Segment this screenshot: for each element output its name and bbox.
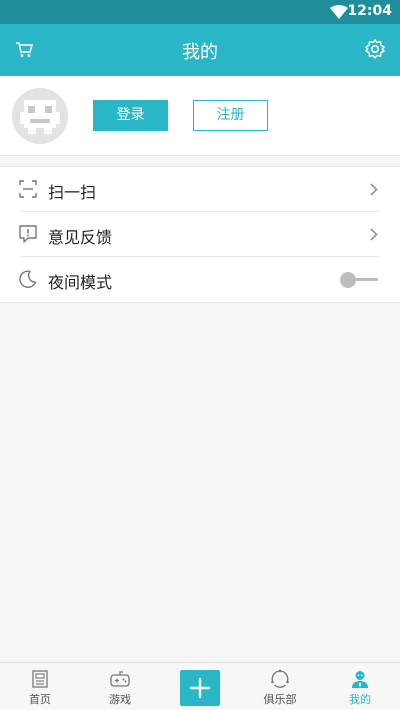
menu-item-feedback[interactable]: 意见反馈 [0, 212, 400, 257]
menu-item-label: 夜间模式 [48, 273, 113, 292]
status-bar: 12:04 [0, 0, 400, 24]
feedback-icon [19, 225, 37, 243]
gamepad-icon [110, 671, 130, 687]
tab-home[interactable]: 首页 [0, 663, 80, 710]
gear-icon[interactable] [364, 38, 386, 60]
plus-icon [190, 678, 210, 698]
menu-item-night-mode: 夜间模式 [0, 257, 400, 302]
tab-games[interactable]: 游戏 [80, 663, 160, 710]
user-icon [352, 671, 368, 688]
chevron-right-icon [370, 228, 378, 241]
moon-icon [19, 270, 37, 288]
app-bar: 我的 [0, 24, 400, 76]
bottom-nav: 首页 游戏 俱乐部 我的 [0, 662, 400, 710]
avatar[interactable] [12, 88, 68, 144]
tab-label: 我的 [349, 693, 371, 706]
page-title: 我的 [182, 42, 218, 63]
night-mode-toggle[interactable] [340, 272, 380, 288]
login-button[interactable]: 登录 [93, 100, 168, 131]
tab-me[interactable]: 我的 [320, 663, 400, 710]
scan-icon [19, 180, 37, 198]
tab-label: 游戏 [109, 693, 131, 706]
status-time: 12:04 [347, 3, 392, 19]
chevron-right-icon [370, 183, 378, 196]
settings-menu: 扫一扫 意见反馈 夜间模式 [0, 166, 400, 303]
profile-section: 登录 注册 [0, 76, 400, 156]
add-button[interactable] [180, 670, 220, 706]
home-icon [32, 670, 48, 688]
club-icon [271, 669, 289, 688]
tab-label: 首页 [29, 693, 51, 706]
tab-label: 俱乐部 [263, 693, 297, 706]
menu-item-scan[interactable]: 扫一扫 [0, 167, 400, 212]
toggle-knob [340, 272, 356, 288]
menu-item-label: 扫一扫 [48, 183, 97, 202]
menu-item-label: 意见反馈 [48, 228, 113, 247]
avatar-image [12, 88, 68, 144]
tab-club[interactable]: 俱乐部 [240, 663, 320, 710]
register-button[interactable]: 注册 [193, 100, 268, 131]
wifi-icon [330, 5, 348, 19]
